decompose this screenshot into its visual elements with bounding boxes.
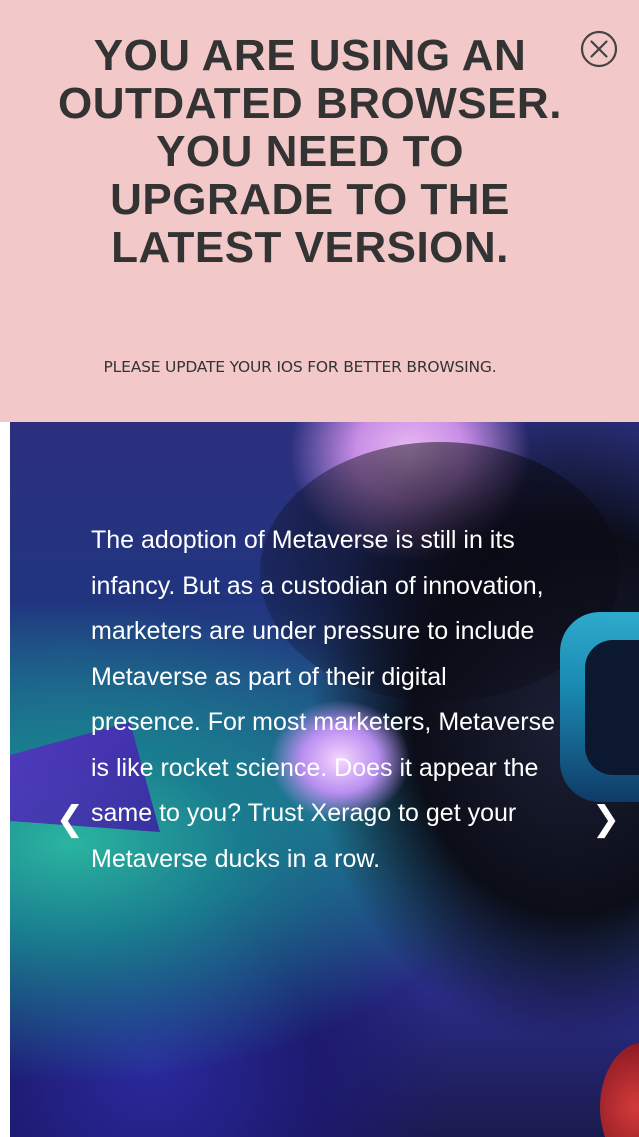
hero-background-headset-lens (585, 640, 639, 775)
prev-slide-button[interactable]: ❮ (50, 794, 90, 844)
next-slide-button[interactable]: ❯ (586, 794, 626, 844)
slide-text: The adoption of Metaverse is still in it… (91, 526, 556, 873)
close-button[interactable] (578, 28, 620, 70)
banner-subtitle: PLEASE UPDATE YOUR IOS FOR BETTER BROWSI… (103, 358, 497, 376)
close-circle-icon (580, 30, 618, 68)
hero-slide: The adoption of Metaverse is still in it… (10, 422, 639, 1137)
chevron-left-icon: ❮ (55, 799, 85, 839)
outdated-browser-banner: YOU ARE USING AN OUTDATED BROWSER. YOU N… (0, 0, 639, 422)
hero-background-mouth (600, 1042, 639, 1137)
banner-title: YOU ARE USING AN OUTDATED BROWSER. YOU N… (58, 31, 562, 272)
chevron-right-icon: ❯ (591, 799, 621, 839)
